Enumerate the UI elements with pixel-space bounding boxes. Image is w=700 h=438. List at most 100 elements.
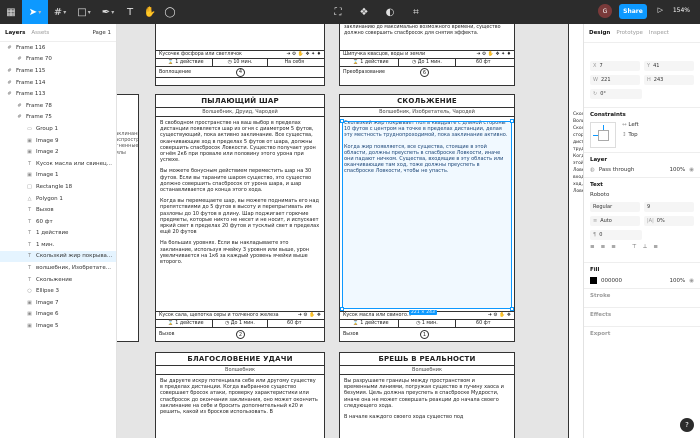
tab-inspect[interactable]: Inspect	[649, 30, 669, 36]
fill-hex[interactable]: 000000	[601, 278, 622, 284]
layer-name: Frame 115	[16, 67, 46, 74]
constraint-vertical[interactable]: Top	[628, 132, 637, 138]
layer-name: Кусок масла или свинец...	[36, 160, 113, 167]
card-flaming-sphere[interactable]: ПЫЛАЮЩИЙ ШАР Волшебник, Друид, Чародей В…	[155, 94, 325, 342]
zoom-level[interactable]: 154%	[673, 7, 690, 14]
card-far-left[interactable]: Заклинание распространяется Огненные Сил…	[117, 94, 139, 342]
layer-item[interactable]: △ Polygon 1	[0, 193, 116, 205]
layer-item[interactable]: ▣ Image 7	[0, 297, 116, 309]
constraint-horizontal[interactable]: Left	[628, 122, 638, 128]
component-icon[interactable]: ⛶	[328, 0, 348, 24]
constraints-widget[interactable]	[590, 122, 616, 148]
page-selector[interactable]: Page 1	[92, 30, 111, 36]
share-button[interactable]: Share	[619, 4, 647, 19]
contrast-icon[interactable]: ◐	[380, 0, 400, 24]
layer-item[interactable]: T 1 действие	[0, 228, 116, 240]
h-field[interactable]: 243	[654, 77, 664, 83]
layer-item[interactable]: # Frame 114	[0, 77, 116, 89]
rectangle-icon: □	[27, 183, 32, 190]
resize-handle[interactable]	[340, 119, 344, 123]
move-tool-icon[interactable]: ➤ ▾	[22, 0, 48, 24]
w-field[interactable]: 221	[601, 77, 611, 83]
layer-item[interactable]: # Frame 70	[0, 54, 116, 66]
font-size[interactable]: 9	[644, 202, 694, 212]
plugins-icon[interactable]: ❖	[354, 0, 374, 24]
layer-item[interactable]: T 60 фт	[0, 216, 116, 228]
blend-mode[interactable]: Pass through	[599, 167, 635, 173]
duration: 10 мин.	[233, 60, 253, 65]
tab-prototype[interactable]: Prototype	[616, 30, 643, 36]
main-menu-icon[interactable]: ▦	[0, 0, 22, 24]
strip-text: Сколь Волш Скол сторо дист труд Когда этой Лове в…	[569, 24, 583, 198]
component-text: Кусок сала, щепотка серы и толченого жел…	[159, 313, 279, 318]
layer-item[interactable]: # Frame 75	[0, 112, 116, 124]
card-reality-break[interactable]: БРЕШЬ В РЕАЛЬНОСТИ Волшебник Вы разрушае…	[339, 352, 515, 438]
layer-item[interactable]: ▭ Group 1	[0, 123, 116, 135]
layer-item[interactable]: T Скольжение	[0, 274, 116, 286]
font-family[interactable]: Roboto	[590, 192, 694, 198]
strip-line: Когда	[573, 154, 583, 159]
layer-item[interactable]: ▣ Image 1	[0, 170, 116, 182]
fill-opacity[interactable]: 100%	[669, 278, 685, 284]
layer-item[interactable]: # Frame 78	[0, 100, 116, 112]
layer-item[interactable]: Tволшебник, Изобретате...	[0, 262, 116, 274]
layer-item[interactable]: T 1 мин.	[0, 239, 116, 251]
layer-item[interactable]: T Кусок масла или свинец...	[0, 158, 116, 170]
layer-item[interactable]: # Frame 116	[0, 42, 116, 54]
canvas[interactable]: Заклинание распространяется Огненные Сил…	[117, 24, 583, 438]
strip-line: ход,	[573, 182, 583, 187]
card-fortunes-favor[interactable]: БЛАГОСЛОВЕНИЕ УДАЧИ Волшебник Вы даруете…	[155, 352, 325, 438]
frame-icon: #	[17, 56, 22, 63]
polygon-icon: △	[27, 195, 32, 202]
pen-tool-icon[interactable]: ✒ ▾	[96, 0, 120, 24]
text-align-controls[interactable]: ≡ ≡ ≡ ⊤ ⊥ ≡	[590, 244, 694, 250]
resize-handle[interactable]	[340, 307, 344, 311]
fill-swatch[interactable]	[590, 277, 597, 284]
help-icon[interactable]: ?	[680, 418, 694, 432]
layer-item[interactable]: □ Rectangle 18	[0, 181, 116, 193]
eye-icon[interactable]: ◉	[689, 278, 694, 284]
line-height[interactable]: Auto	[600, 218, 612, 224]
text-tool-icon[interactable]: T	[120, 0, 140, 24]
layer-item[interactable]: ▣ Image 5	[0, 320, 116, 332]
layer-item[interactable]: ▣ Image 9	[0, 135, 116, 147]
resize-handle[interactable]	[510, 307, 514, 311]
y-field[interactable]: 41	[653, 63, 659, 69]
card-title: ПЫЛАЮЩИЙ ШАР	[156, 95, 324, 108]
tab-design[interactable]: Design	[589, 30, 610, 36]
layer-opacity[interactable]: 100%	[669, 167, 685, 173]
layer-item[interactable]: T Вызов	[0, 204, 116, 216]
selection-box[interactable]	[340, 119, 514, 311]
card-top-left[interactable]: Кусочек фосфора или светлячок ➜ ⚙ ✋ ❖ ✦ ♦…	[155, 24, 325, 86]
frame-tool-icon[interactable]: # ▾	[48, 0, 72, 24]
hand-tool-icon[interactable]: ✋	[140, 0, 160, 24]
layer-item[interactable]: ▣ Image 2	[0, 146, 116, 158]
desc-p1: В свободном пространстве на ваш выбор в …	[160, 120, 316, 164]
present-icon[interactable]: ▷	[658, 6, 663, 14]
layer-item[interactable]: # Frame 115	[0, 65, 116, 77]
card-top-right[interactable]: заклинанию до максимально возможного вре…	[339, 24, 515, 86]
shape-tool-icon[interactable]: □ ▾	[72, 0, 96, 24]
avatar[interactable]: G	[598, 4, 612, 18]
paragraph-spacing[interactable]: 0	[599, 232, 602, 238]
font-weight[interactable]: Regular	[590, 202, 640, 212]
layer-item[interactable]: ▣ Image 6	[0, 309, 116, 321]
eye-icon[interactable]: ◉	[689, 167, 694, 173]
comment-tool-icon[interactable]: ◯	[160, 0, 180, 24]
card-right-edge[interactable]: Сколь Волш Скол сторо дист труд Когда этой Лове в…	[568, 24, 583, 438]
image-icon: ▣	[27, 149, 32, 156]
letter-spacing[interactable]: 0%	[657, 218, 665, 224]
layer-item[interactable]: ○ Ellipse 3	[0, 285, 116, 297]
text-icon: T	[27, 265, 32, 272]
tab-layers[interactable]: Layers	[5, 30, 25, 36]
layer-name: Image 2	[36, 149, 59, 156]
layer-item[interactable]: # Frame 113	[0, 88, 116, 100]
crop-icon[interactable]: ⌗	[406, 0, 426, 24]
rotation-field[interactable]: 0°	[600, 91, 606, 97]
x-field[interactable]: 7	[599, 63, 602, 69]
text-icon: T	[27, 241, 32, 248]
fill-heading: Fill	[590, 267, 600, 273]
resize-handle[interactable]	[510, 119, 514, 123]
tab-assets[interactable]: Assets	[31, 30, 49, 36]
layer-item[interactable]: T Скользкий жир покрыва...	[0, 250, 116, 263]
